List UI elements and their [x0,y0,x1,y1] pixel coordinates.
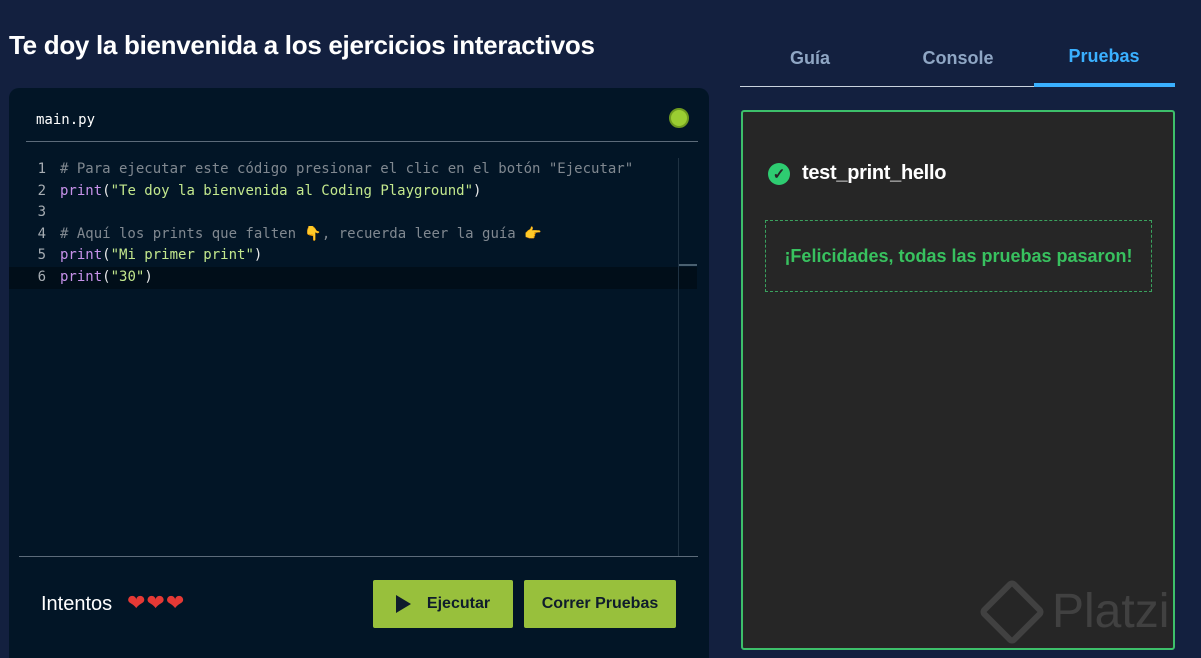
status-indicator-icon [669,108,689,128]
code-line[interactable]: 6 print("30") [9,266,697,289]
line-number: 2 [37,182,46,199]
code-line[interactable]: 3 [9,202,697,224]
platzi-watermark: Platzi [978,577,1170,646]
test-result-item: ✓ test_print_hello [768,162,946,185]
code-token: ) [473,182,482,199]
code-token: print [60,182,103,199]
code-token: print [60,247,103,264]
line-number: 4 [37,225,46,242]
page-title: Te doy la bienvenida a los ejercicios in… [9,30,595,60]
editor-divider-bottom [19,556,698,557]
tab-guia[interactable]: Guía [740,48,880,69]
code-token: ) [253,247,263,264]
tab-pruebas[interactable]: Pruebas [1034,46,1174,67]
attempts-hearts-icon: ❤❤❤ [127,590,186,615]
file-tab-main-py[interactable]: main.py [36,112,95,128]
code-token: "30" [110,268,145,285]
code-token: ( [102,247,111,264]
play-icon [395,595,411,613]
line-number: 5 [37,247,46,264]
code-line[interactable]: 5 print("Mi primer print") [9,245,697,267]
code-token: ( [102,268,111,285]
code-token: "Te doy la bienvenida al Coding Playgrou… [110,182,474,199]
right-panel-tabs: Guía Console Pruebas [740,30,1175,88]
tabs-underline [740,86,1034,87]
line-number: 6 [37,268,46,285]
code-text: print("Mi primer print") [60,245,262,267]
test-results-panel: ✓ test_print_hello ¡Felicidades, todas l… [741,110,1175,650]
tab-active-indicator [1034,83,1175,87]
code-token: # Aquí los prints que falten 👇, recuerda… [60,225,542,242]
line-number: 1 [37,161,46,177]
run-tests-button-label: Correr Pruebas [541,595,659,612]
run-button[interactable]: Ejecutar [373,580,513,628]
code-text: print("Te doy la bienvenida al Coding Pl… [60,181,481,203]
test-name: test_print_hello [802,162,947,184]
code-token: # Para ejecutar este código presionar el… [60,161,634,177]
tab-console[interactable]: Console [888,48,1028,69]
code-text: # Aquí los prints que falten 👇, recuerda… [60,224,542,246]
editor-scrollbar[interactable] [678,158,697,556]
code-line[interactable]: 1 # Para ejecutar este código presionar e… [9,159,697,181]
code-line[interactable]: 2 print("Te doy la bienvenida al Coding P… [9,181,697,203]
code-editor-panel: main.py 1 # Para ejecutar este código pre… [9,88,709,658]
code-area[interactable]: 1 # Para ejecutar este código presionar e… [9,159,697,549]
run-button-label: Ejecutar [426,595,491,612]
platzi-logo-icon [978,577,1046,646]
code-token: "Mi primer print" [110,247,254,264]
editor-divider-top [26,141,698,142]
code-text: print("30") [60,267,153,289]
attempts-label: Intentos [41,593,113,615]
success-message: ¡Felicidades, todas las pruebas pasaron! [784,245,1133,266]
check-circle-icon: ✓ [768,162,790,185]
success-message-box: ¡Felicidades, todas las pruebas pasaron! [765,220,1152,292]
code-token: ( [102,182,111,199]
line-number: 3 [37,204,46,221]
run-tests-button[interactable]: Correr Pruebas [524,580,676,628]
code-token: ) [144,268,153,285]
scrollbar-marker [679,264,697,266]
code-line[interactable]: 4 # Aquí los prints que falten 👇, recuerd… [9,224,697,246]
code-text: # Para ejecutar este código presionar el… [60,159,633,181]
code-token: print [60,268,103,285]
platzi-watermark-text: Platzi [1052,585,1170,638]
